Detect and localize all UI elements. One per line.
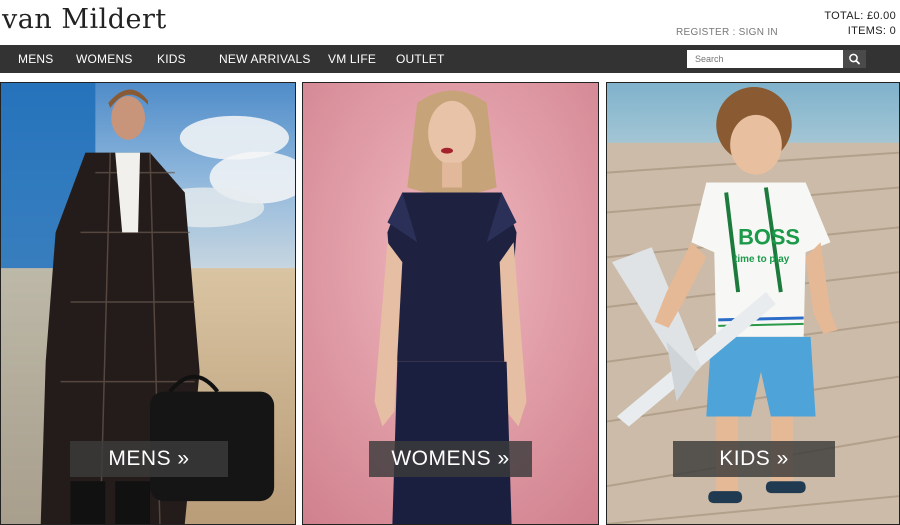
nav-item-vm-life[interactable]: VM LIFE <box>328 45 376 73</box>
account-links: REGISTER: SIGN IN <box>676 27 778 38</box>
shirt-slogan-text: time to play <box>734 254 790 265</box>
mens-panel[interactable]: MENS » <box>0 82 296 525</box>
nav-item-kids[interactable]: KIDS <box>157 45 186 73</box>
nav-item-womens[interactable]: WOMENS <box>76 45 133 73</box>
kids-panel[interactable]: BOSS time to play KIDS » <box>606 82 900 525</box>
main-nav: MENS WOMENS KIDS NEW ARRIVALS VM LIFE OU… <box>0 45 900 73</box>
sign-in-link[interactable]: SIGN IN <box>739 27 778 38</box>
site-logo[interactable]: van Mildert <box>2 4 167 35</box>
mens-cta-button[interactable]: MENS » <box>70 441 228 477</box>
kids-cta-button[interactable]: KIDS » <box>673 441 835 477</box>
account-separator: : <box>732 27 736 38</box>
register-link[interactable]: REGISTER <box>676 27 730 38</box>
search-icon <box>849 53 860 65</box>
cart-items-count: ITEMS: 0 <box>847 25 896 37</box>
nav-item-mens[interactable]: MENS <box>18 45 53 73</box>
nav-item-new-arrivals[interactable]: NEW ARRIVALS <box>219 45 311 73</box>
cart-total: TOTAL: £0.00 <box>824 10 896 22</box>
nav-item-outlet[interactable]: OUTLET <box>396 45 445 73</box>
site-header: van Mildert REGISTER: SIGN IN TOTAL: £0.0… <box>0 0 900 45</box>
shirt-brand-text: BOSS <box>738 224 800 249</box>
search-button[interactable] <box>843 50 866 68</box>
search-input[interactable] <box>687 50 843 68</box>
cart-summary[interactable]: TOTAL: £0.00 ITEMS: 0 <box>824 9 896 39</box>
womens-cta-button[interactable]: WOMENS » <box>369 441 532 477</box>
womens-panel[interactable]: WOMENS » <box>302 82 599 525</box>
